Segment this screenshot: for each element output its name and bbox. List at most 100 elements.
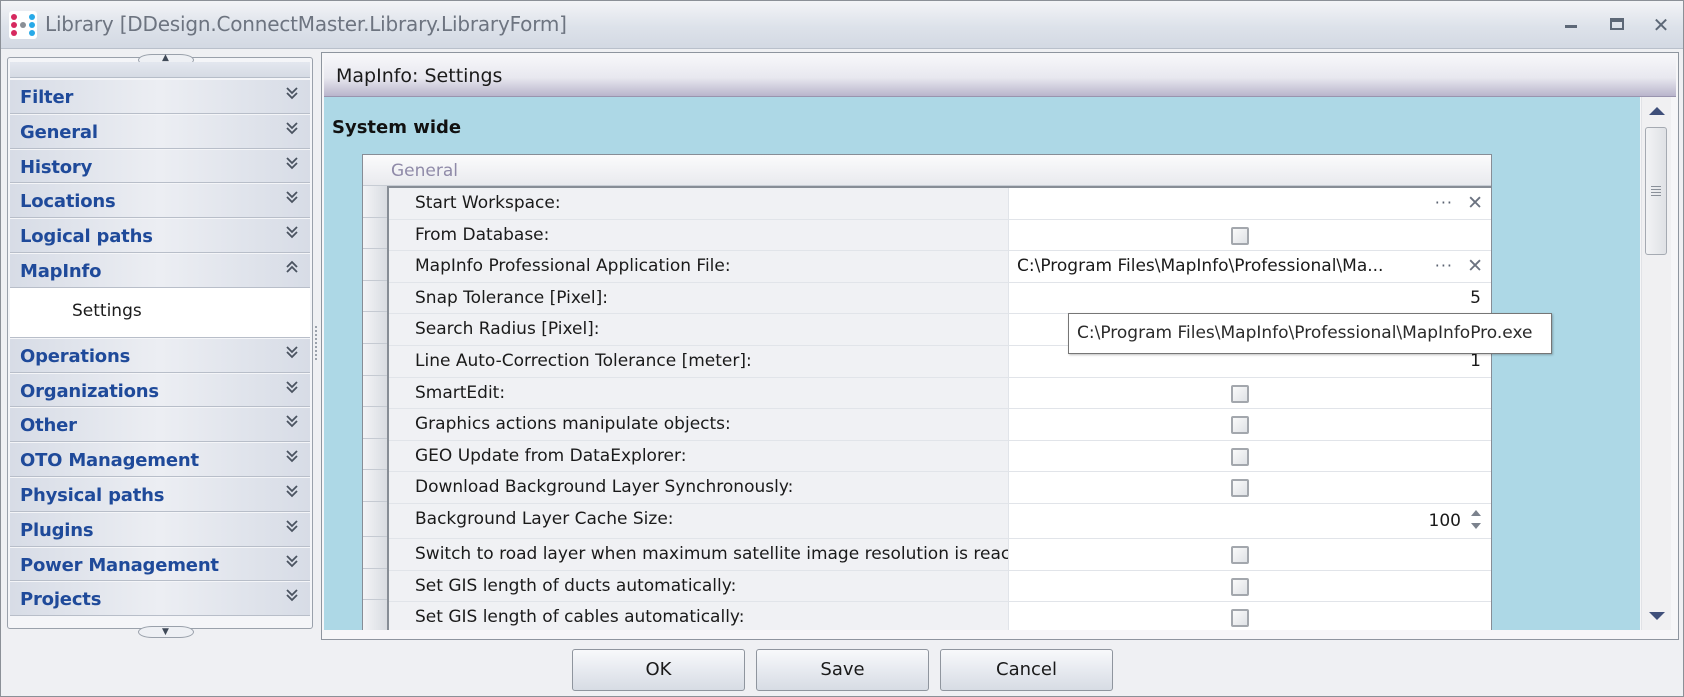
row-indicator[interactable] (363, 375, 387, 408)
setting-value[interactable] (1009, 538, 1491, 570)
spinner-value: 100 (1428, 510, 1461, 531)
chevron-double-down-icon[interactable] (286, 156, 298, 171)
chevron-double-down-icon[interactable] (286, 225, 298, 240)
minimize-button[interactable] (1557, 13, 1585, 37)
chevron-double-up-icon[interactable] (286, 260, 298, 275)
cancel-button[interactable]: Cancel (940, 649, 1113, 691)
maximize-icon (1610, 18, 1624, 30)
browse-ellipsis-icon[interactable]: ··· (1435, 188, 1453, 218)
splitter-handle[interactable] (315, 326, 319, 360)
chevron-double-down-icon[interactable] (286, 588, 298, 603)
row-indicator[interactable] (363, 186, 387, 218)
setting-value[interactable]: 5 (1009, 282, 1491, 314)
ok-button[interactable]: OK (572, 649, 745, 691)
row-indicator[interactable] (363, 438, 387, 471)
setting-value[interactable] (1009, 472, 1491, 503)
sidebar-item-locations[interactable]: Locations (10, 183, 310, 219)
chevron-double-down-icon[interactable] (286, 380, 298, 395)
sidebar-item-plugins[interactable]: Plugins (10, 511, 310, 547)
setting-value[interactable] (1009, 377, 1491, 409)
setting-checkbox[interactable] (1231, 226, 1249, 245)
scrollbar-thumb[interactable] (1645, 127, 1667, 255)
sidebar-item-logical-paths[interactable]: Logical paths (10, 218, 310, 253)
setting-checkbox[interactable] (1231, 545, 1249, 564)
panel-body: System wide General Start Workspace: ··· ✕… (324, 97, 1640, 630)
chevron-double-down-icon[interactable] (286, 345, 298, 360)
setting-checkbox[interactable] (1231, 479, 1249, 498)
setting-label: Background Layer Cache Size: (389, 503, 1009, 538)
setting-value[interactable]: 100 (1009, 503, 1491, 538)
sidebar-item-other[interactable]: Other (10, 407, 310, 443)
row-indicator[interactable] (363, 470, 387, 502)
chevron-double-down-icon[interactable] (286, 414, 298, 429)
sidebar-scroll-down-button[interactable]: ▼ (138, 626, 194, 638)
sidebar-item-mapinfo[interactable]: MapInfo (10, 252, 310, 288)
library-window: Library [DDesign.ConnectMaster.Library.L… (0, 0, 1684, 697)
sidebar-item-organizations[interactable]: Organizations (10, 372, 310, 408)
sidebar-item-physical-paths[interactable]: Physical paths (10, 476, 310, 512)
section-title: System wide (332, 117, 462, 138)
save-button[interactable]: Save (756, 649, 929, 691)
scroll-down-icon[interactable] (1649, 612, 1665, 620)
setting-checkbox[interactable] (1231, 577, 1249, 596)
chevron-double-down-icon[interactable] (286, 449, 298, 464)
setting-row: Background Layer Cache Size: 100 (389, 503, 1491, 539)
close-button[interactable]: ✕ (1647, 13, 1675, 37)
sidebar-item-general[interactable]: General (10, 113, 310, 149)
sidebar-item-label: Logical paths (20, 226, 153, 248)
setting-label: Snap Tolerance [Pixel]: (389, 282, 1009, 314)
chevron-double-down-icon[interactable] (286, 554, 298, 569)
setting-value[interactable] (1009, 409, 1491, 440)
sidebar-item-history[interactable]: History (10, 148, 310, 184)
row-indicator[interactable] (363, 249, 387, 281)
setting-row: Switch to road layer when maximum satell… (389, 538, 1491, 571)
row-indicator[interactable] (363, 568, 387, 601)
setting-value[interactable] (1009, 602, 1491, 630)
sidebar-item-oto-management[interactable]: OTO Management (10, 442, 310, 477)
grip-icon (1651, 186, 1661, 196)
setting-value[interactable] (1009, 570, 1491, 602)
setting-value[interactable]: C:\Program Files\MapInfo\Professional\Ma… (1009, 251, 1491, 282)
close-icon: ✕ (1652, 13, 1670, 37)
scroll-down-arrow-icon: ▼ (162, 627, 169, 637)
row-indicator[interactable] (363, 501, 387, 537)
setting-label: Download Background Layer Synchronously: (389, 472, 1009, 503)
browse-ellipsis-icon[interactable]: ··· (1435, 251, 1453, 281)
chevron-double-down-icon[interactable] (286, 484, 298, 499)
spin-down-icon[interactable] (1471, 522, 1481, 529)
row-indicator[interactable] (363, 343, 387, 376)
setting-checkbox[interactable] (1231, 447, 1249, 466)
vertical-scrollbar[interactable] (1641, 97, 1671, 630)
clear-icon[interactable]: ✕ (1467, 251, 1483, 281)
sidebar-item-projects[interactable]: Projects (10, 581, 310, 617)
setting-label: Set GIS length of ducts automatically: (389, 570, 1009, 602)
setting-value[interactable] (1009, 440, 1491, 472)
maximize-button[interactable] (1603, 13, 1631, 37)
setting-checkbox[interactable] (1231, 416, 1249, 435)
setting-row: Set GIS length of cables automatically: (389, 602, 1491, 630)
scroll-up-icon[interactable] (1649, 107, 1665, 115)
spin-up-icon[interactable] (1471, 509, 1481, 516)
setting-checkbox[interactable] (1231, 609, 1249, 628)
setting-value[interactable]: ··· ✕ (1009, 188, 1491, 219)
sidebar-item-label: Physical paths (20, 484, 165, 506)
chevron-double-down-icon[interactable] (286, 190, 298, 205)
setting-checkbox[interactable] (1231, 384, 1249, 403)
row-indicator[interactable] (363, 407, 387, 439)
clear-icon[interactable]: ✕ (1467, 188, 1483, 218)
chevron-double-down-icon[interactable] (286, 121, 298, 136)
row-indicator[interactable] (363, 280, 387, 313)
row-indicator[interactable] (363, 312, 387, 344)
sidebar-subitem-settings[interactable]: Settings (72, 301, 142, 321)
sidebar-item-operations[interactable]: Operations (10, 337, 310, 373)
panel-header: MapInfo: Settings (324, 55, 1676, 97)
chevron-double-down-icon[interactable] (286, 86, 298, 101)
setting-label: MapInfo Professional Application File: (389, 251, 1009, 282)
row-indicator[interactable] (363, 600, 387, 630)
chevron-double-down-icon[interactable] (286, 519, 298, 534)
row-indicator[interactable] (363, 536, 387, 569)
sidebar-item-power-management[interactable]: Power Management (10, 546, 310, 582)
row-indicator[interactable] (363, 217, 387, 250)
sidebar-item-filter[interactable]: Filter (10, 79, 310, 114)
setting-value[interactable] (1009, 219, 1491, 251)
